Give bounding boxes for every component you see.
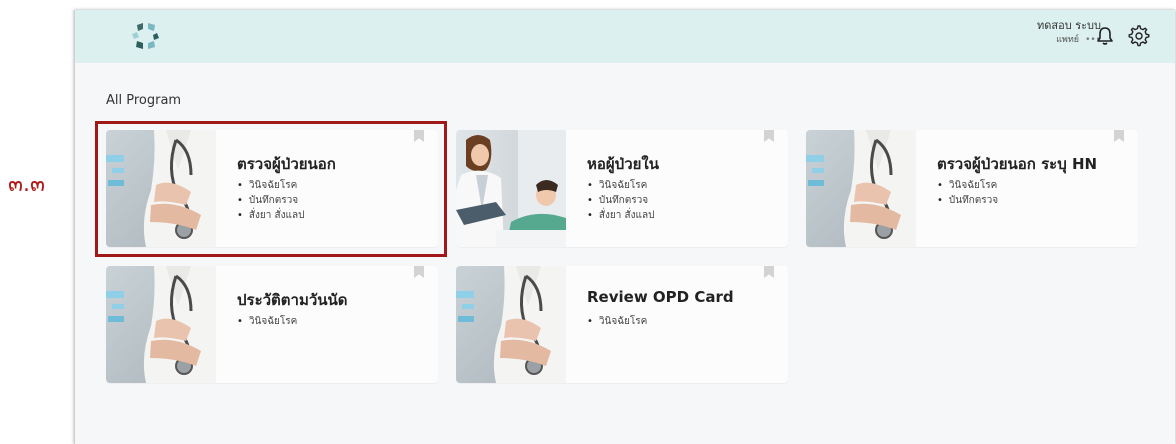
user-role-text: แพทย์ (1056, 35, 1080, 45)
bookmark-icon[interactable] (764, 130, 774, 142)
user-name: ทดสอบ ระบบ (1037, 19, 1101, 32)
card-title: Review OPD Card (587, 288, 734, 306)
doctor-image (106, 266, 216, 383)
program-card-opd[interactable]: ตรวจผู้ป่วยนอก วินิจฉัยโรค บันทึกตรวจ สั… (106, 130, 438, 247)
program-card-appointment-history[interactable]: ประวัติตามวันนัด วินิจฉัยโรค (106, 266, 438, 383)
card-title: หอผู้ป่วยใน (587, 155, 659, 173)
app-window: ทดสอบ ระบบ แพทย์ ••• All Program ตรวจผู้ป… (74, 10, 1175, 444)
card-feature-list: วินิจฉัยโรค (237, 314, 297, 329)
user-role: แพทย์ ••• (1037, 33, 1101, 47)
bookmark-icon[interactable] (414, 130, 424, 142)
top-bar: ทดสอบ ระบบ แพทย์ ••• (75, 10, 1175, 63)
card-feature-item: บันทึกตรวจ (237, 193, 304, 208)
card-feature-list: วินิจฉัยโรค (587, 314, 647, 329)
bookmark-icon[interactable] (764, 266, 774, 278)
card-feature-list: วินิจฉัยโรค บันทึกตรวจ สั่งยา สั่งแลป (237, 178, 305, 223)
card-feature-item: สั่งยา สั่งแลป (237, 208, 305, 223)
program-card-opd-hn[interactable]: ตรวจผู้ป่วยนอก ระบุ HN วินิจฉัยโรค บันทึ… (806, 130, 1138, 247)
card-title: ตรวจผู้ป่วยนอก ระบุ HN (937, 155, 1098, 173)
program-card-review-opd[interactable]: Review OPD Card วินิจฉัยโรค (456, 266, 788, 383)
bookmark-icon[interactable] (414, 266, 424, 278)
doctor-image (106, 130, 216, 247)
card-feature-item: บันทึกตรวจ (937, 193, 998, 208)
program-card-ipd[interactable]: หอผู้ป่วยใน วินิจฉัยโรค บันทึกตรวจ สั่งย… (456, 130, 788, 247)
card-feature-item: วินิจฉัยโรค (587, 314, 647, 329)
bookmark-icon[interactable] (1114, 130, 1124, 142)
card-title: ตรวจผู้ป่วยนอก (237, 155, 336, 173)
gear-icon[interactable] (1128, 25, 1150, 47)
card-feature-item: วินิจฉัยโรค (587, 178, 654, 193)
card-feature-item: วินิจฉัยโรค (237, 314, 297, 329)
card-feature-item: บันทึกตรวจ (587, 193, 654, 208)
nurse-image (456, 130, 566, 247)
app-logo[interactable] (131, 21, 161, 51)
step-annotation-label: ๓.๓ (8, 172, 46, 197)
user-info[interactable]: ทดสอบ ระบบ แพทย์ ••• (1037, 19, 1101, 47)
card-feature-list: วินิจฉัยโรค บันทึกตรวจ สั่งยา สั่งแลป (587, 178, 655, 223)
section-title: All Program (106, 93, 182, 108)
doctor-image (806, 130, 916, 247)
doctor-image (456, 266, 566, 383)
card-feature-list: วินิจฉัยโรค บันทึกตรวจ (937, 178, 998, 208)
bell-icon[interactable] (1094, 25, 1116, 47)
card-feature-item: วินิจฉัยโรค (237, 178, 304, 193)
card-feature-item: สั่งยา สั่งแลป (587, 208, 655, 223)
card-feature-item: วินิจฉัยโรค (937, 178, 998, 193)
card-title: ประวัติตามวันนัด (237, 291, 348, 309)
